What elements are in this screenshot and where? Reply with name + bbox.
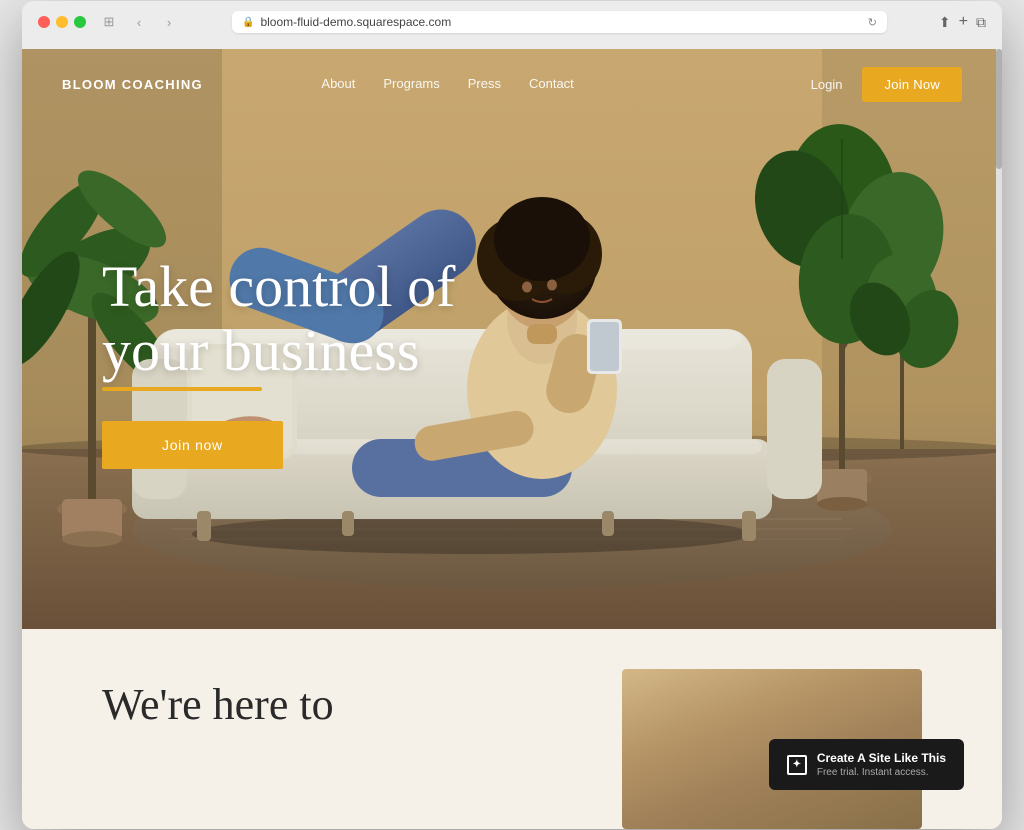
address-bar[interactable]: 🔒 bloom-fluid-demo.squarespace.com ↻ <box>232 11 887 33</box>
reload-icon[interactable]: ↻ <box>868 16 877 29</box>
scrollbar[interactable] <box>996 49 1002 629</box>
browser-nav: ⊞ ‹ › <box>98 11 180 33</box>
nav-about[interactable]: About <box>321 75 355 93</box>
badge-title: Create A Site Like This <box>817 751 946 767</box>
browser-chrome: ⊞ ‹ › 🔒 bloom-fluid-demo.squarespace.com… <box>22 1 1002 49</box>
nav-contact[interactable]: Contact <box>529 75 574 93</box>
badge-text: Create A Site Like This Free trial. Inst… <box>817 751 946 778</box>
tabs-icon[interactable]: ⧉ <box>976 14 986 31</box>
close-button[interactable] <box>38 16 50 28</box>
badge-subtitle: Free trial. Instant access. <box>817 767 946 778</box>
hero-headline: Take control of your business Join now <box>102 255 455 469</box>
minimize-button[interactable] <box>56 16 68 28</box>
url-text: bloom-fluid-demo.squarespace.com <box>260 15 451 29</box>
maximize-button[interactable] <box>74 16 86 28</box>
sidebar-toggle-button[interactable]: ⊞ <box>98 11 120 33</box>
share-icon[interactable]: ⬆ <box>939 14 951 31</box>
squarespace-logo-icon: ✦ <box>787 755 807 775</box>
lock-icon: 🔒 <box>242 17 254 28</box>
below-hero-section: We're here to <box>22 629 1002 829</box>
hero-title: Take control of your business <box>102 255 455 391</box>
hero-cta-button[interactable]: Join now <box>102 421 283 469</box>
nav-links: About Programs Press Contact <box>321 75 573 93</box>
new-tab-icon[interactable]: + <box>959 13 968 31</box>
nav-right: Login Join Now <box>811 67 962 102</box>
site-logo: BLOOM COACHING <box>62 77 203 92</box>
nav-press[interactable]: Press <box>468 75 501 93</box>
navbar: BLOOM COACHING About Programs Press Cont… <box>22 49 1002 119</box>
back-button[interactable]: ‹ <box>128 11 150 33</box>
join-now-button[interactable]: Join Now <box>862 67 962 102</box>
hero-section: BLOOM COACHING About Programs Press Cont… <box>22 49 1002 629</box>
browser-window: ⊞ ‹ › 🔒 bloom-fluid-demo.squarespace.com… <box>22 1 1002 829</box>
squarespace-badge[interactable]: ✦ Create A Site Like This Free trial. In… <box>769 739 964 790</box>
forward-button[interactable]: › <box>158 11 180 33</box>
window-controls <box>38 16 86 28</box>
hero-underline-decoration <box>102 387 262 391</box>
nav-programs[interactable]: Programs <box>383 75 439 93</box>
login-link[interactable]: Login <box>811 77 843 92</box>
website-content: BLOOM COACHING About Programs Press Cont… <box>22 49 1002 829</box>
browser-action-buttons: ⬆ + ⧉ <box>939 13 986 31</box>
